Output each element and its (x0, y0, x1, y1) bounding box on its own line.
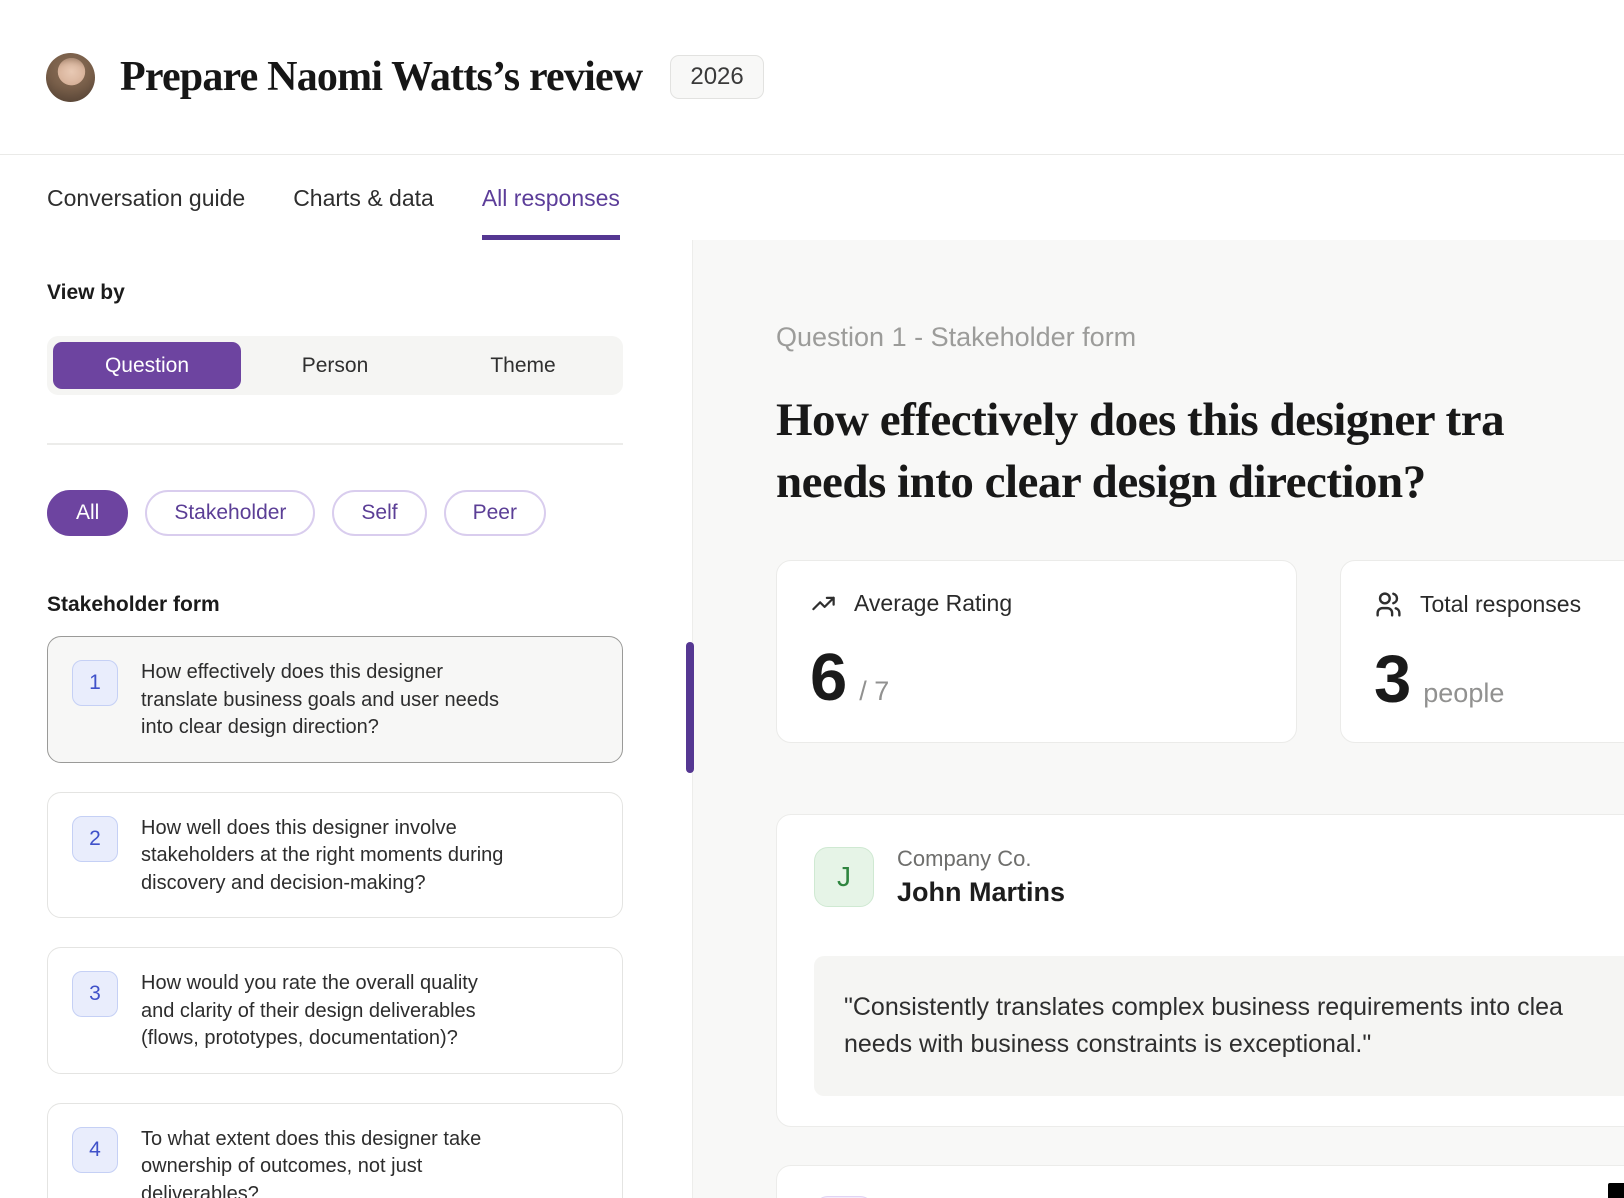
total-responses-card: Total responses 3 people (1340, 560, 1624, 743)
question-number-badge: 4 (72, 1127, 118, 1173)
average-rating-scale: / 7 (859, 676, 889, 707)
question-text: To what extent does this designer take o… (141, 1125, 481, 1198)
tab-conversation-guide[interactable]: Conversation guide (47, 156, 245, 240)
reviewee-avatar (46, 53, 95, 102)
header: Prepare Naomi Watts’s review 2026 (0, 0, 1624, 155)
question-number-badge: 2 (72, 816, 118, 862)
filter-all[interactable]: All (47, 490, 128, 536)
question-item-3[interactable]: 3 How would you rate the overall quality… (47, 947, 623, 1074)
view-by-label: View by (47, 281, 623, 305)
stats-row: Average Rating 6 / 7 (776, 560, 1624, 743)
app-window: Prepare Naomi Watts’s review 2026 Conver… (0, 0, 1624, 1198)
main-panel: Question 1 - Stakeholder form How effect… (693, 240, 1624, 1198)
stat-label: Total responses (1420, 591, 1581, 618)
question-item-2[interactable]: 2 How well does this designer involve st… (47, 792, 623, 919)
tab-label: All responses (482, 185, 620, 212)
question-text: How would you rate the overall quality a… (141, 969, 478, 1053)
view-mode-person[interactable]: Person (241, 342, 429, 389)
question-number-badge: 3 (72, 971, 118, 1017)
response-card-2: S Company Co. (776, 1165, 1624, 1198)
sidebar-divider (47, 443, 623, 445)
tab-all-responses[interactable]: All responses (482, 156, 620, 240)
tab-label: Conversation guide (47, 185, 245, 212)
response-quote: "Consistently translates complex busines… (814, 956, 1624, 1096)
sidebar-scrollbar-thumb[interactable] (686, 642, 694, 773)
page-title: Prepare Naomi Watts’s review (120, 53, 642, 101)
trending-up-icon (810, 590, 837, 617)
sidebar: View by Question Person Theme All Stakeh… (0, 240, 693, 1198)
question-list: 1 How effectively does this designer tra… (47, 636, 623, 1198)
responder-name: John Martins (897, 875, 1065, 909)
average-rating-card: Average Rating 6 / 7 (776, 560, 1297, 743)
view-mode-segmented-control: Question Person Theme (47, 336, 623, 395)
users-icon (1374, 590, 1403, 619)
stakeholder-form-section-label: Stakeholder form (47, 593, 623, 617)
question-text: How effectively does this designer trans… (141, 658, 499, 742)
average-rating-value: 6 (810, 643, 847, 713)
year-badge: 2026 (670, 55, 763, 99)
bottom-right-corner-widget[interactable] (1608, 1183, 1624, 1198)
form-filter-pills: All Stakeholder Self Peer (47, 490, 623, 536)
question-number-badge: 1 (72, 660, 118, 706)
question-item-4[interactable]: 4 To what extent does this designer take… (47, 1103, 623, 1198)
question-item-1[interactable]: 1 How effectively does this designer tra… (47, 636, 623, 763)
filter-self[interactable]: Self (332, 490, 426, 536)
tab-charts-data[interactable]: Charts & data (293, 156, 434, 240)
tab-bar: Conversation guide Charts & data All res… (0, 156, 1624, 240)
response-card-1: J Company Co. John Martins "Consistently… (776, 814, 1624, 1127)
question-context-label: Question 1 - Stakeholder form (776, 322, 1624, 353)
tab-label: Charts & data (293, 185, 434, 212)
filter-stakeholder[interactable]: Stakeholder (145, 490, 315, 536)
responder-avatar: J (814, 847, 874, 907)
total-responses-value: 3 (1374, 645, 1411, 715)
stat-label: Average Rating (854, 590, 1012, 617)
responder-company: Company Co. (897, 845, 1065, 873)
view-mode-theme[interactable]: Theme (429, 342, 617, 389)
total-responses-unit: people (1423, 678, 1504, 709)
question-text: How well does this designer involve stak… (141, 814, 503, 898)
view-mode-question[interactable]: Question (53, 342, 241, 389)
filter-peer[interactable]: Peer (444, 490, 546, 536)
question-title: How effectively does this designer tra n… (776, 389, 1624, 513)
